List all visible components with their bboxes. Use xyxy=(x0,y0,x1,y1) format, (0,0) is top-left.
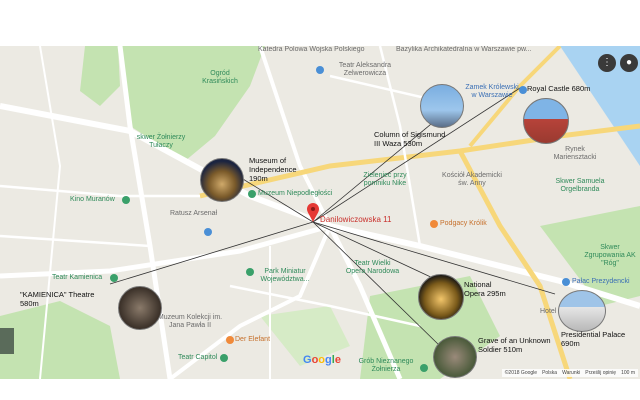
poi-icon[interactable] xyxy=(204,228,212,236)
photo-museum xyxy=(200,158,244,202)
label-skwer-tulaczy: skwer Żołnierzy Tułaczy xyxy=(136,134,186,149)
google-logo: Google xyxy=(303,354,341,366)
label-rynek: Rynek Mariensztacki xyxy=(553,146,597,161)
label-kolekcji: Muzeum Kolekcji im. Jana Pawła II xyxy=(157,314,223,329)
label-der-elefant: Der Elefant xyxy=(235,336,271,343)
profile-icon[interactable]: ● xyxy=(620,54,638,72)
poi-icon[interactable] xyxy=(248,190,256,198)
poi-icon[interactable] xyxy=(220,354,228,362)
annotation-kamienica: "KAMIENICA" Theatre 580m xyxy=(20,290,95,308)
photo-opera xyxy=(418,274,464,320)
poi-icon[interactable] xyxy=(246,268,254,276)
poi-icon[interactable] xyxy=(110,274,118,282)
annotation-column: Column of Sigismund III Waza 530m xyxy=(374,130,446,148)
poi-icon[interactable] xyxy=(226,336,234,344)
annotation-opera: National Opera 295m xyxy=(464,280,506,298)
grid-icon[interactable]: ⋮ xyxy=(598,54,616,72)
polska-link[interactable]: Polska xyxy=(542,370,557,376)
map-base xyxy=(0,46,640,379)
label-skwer-zgrupowania: Skwer Zgrupowania AK "Róg" xyxy=(584,244,636,267)
feedback-link[interactable]: Prześlij opinię xyxy=(585,370,616,376)
annotation-royal-castle: Royal Castle 680m xyxy=(527,84,591,93)
poi-icon[interactable] xyxy=(562,278,570,286)
poi-icon[interactable] xyxy=(122,196,130,204)
annotation-grave: Grave of an Unknown Soldier 510m xyxy=(478,336,551,354)
annotation-presidential: Presidential Palace 690m xyxy=(561,330,626,348)
poi-icon[interactable] xyxy=(430,220,438,228)
poi-icon[interactable] xyxy=(316,66,324,74)
poi-icon[interactable] xyxy=(420,364,428,372)
label-kino: Kino Muranów xyxy=(70,196,115,203)
poi-icon[interactable] xyxy=(519,86,527,94)
label-bazylika: Bazylika Archikatedralna w Warszawie pw.… xyxy=(396,46,532,53)
pin-label: Danilowiczowska 11 xyxy=(320,215,392,224)
label-palac: Pałac Prezydencki xyxy=(572,278,630,285)
label-ogrod: Ogród Krasińskich xyxy=(202,70,238,85)
label-zielencowy: Zieleniec przy pomniku Nike xyxy=(363,172,407,187)
photo-column xyxy=(420,84,464,128)
map-footer: ©2018 Google Polska Warunki Prześlij opi… xyxy=(501,369,638,377)
label-zamek: Zamek Królewski w Warszawie xyxy=(465,84,519,99)
label-teatr-wielki: Teatr Wielki Opera Narodowa xyxy=(345,260,400,275)
label-podgacy: Pod­gacy Królik xyxy=(440,220,487,227)
warunki-link[interactable]: Warunki xyxy=(562,370,580,376)
scale: 100 m xyxy=(621,370,635,376)
label-kosciol: Kościół Akademicki św. Anny xyxy=(442,172,502,187)
label-muzeum: Muzeum Niepodległości xyxy=(258,190,333,197)
annotation-museum: Museum of Independence 190m xyxy=(249,156,297,183)
photo-presidential xyxy=(558,290,606,332)
label-park-miniatur: Park Miniatur Województwa... xyxy=(260,268,310,283)
label-ratusz: Ratusz Arsenał xyxy=(170,210,218,217)
photo-royal-castle xyxy=(523,98,569,144)
street-view-thumbnail[interactable] xyxy=(0,328,14,354)
map-canvas[interactable]: Katedra Polowa Wojska Polskiego Bazylika… xyxy=(0,46,640,379)
label-teatr-aleksandra: Teatr Aleksandra Zelwerowicza xyxy=(338,62,392,77)
photo-grave xyxy=(433,336,477,378)
label-skwer-orgelbranda: Skwer Samuela Orgelbranda xyxy=(555,178,605,193)
label-teatr-kamienica: Teatr Kamienica xyxy=(52,274,103,281)
label-katedra: Katedra Polowa Wojska Polskiego xyxy=(258,46,365,53)
label-grob: Grób Nieznanego Żołnierza xyxy=(358,358,414,373)
copyright: ©2018 Google xyxy=(504,370,538,376)
label-teatr-capitol: Teatr Capitol xyxy=(178,354,218,361)
photo-kamienica xyxy=(118,286,162,330)
